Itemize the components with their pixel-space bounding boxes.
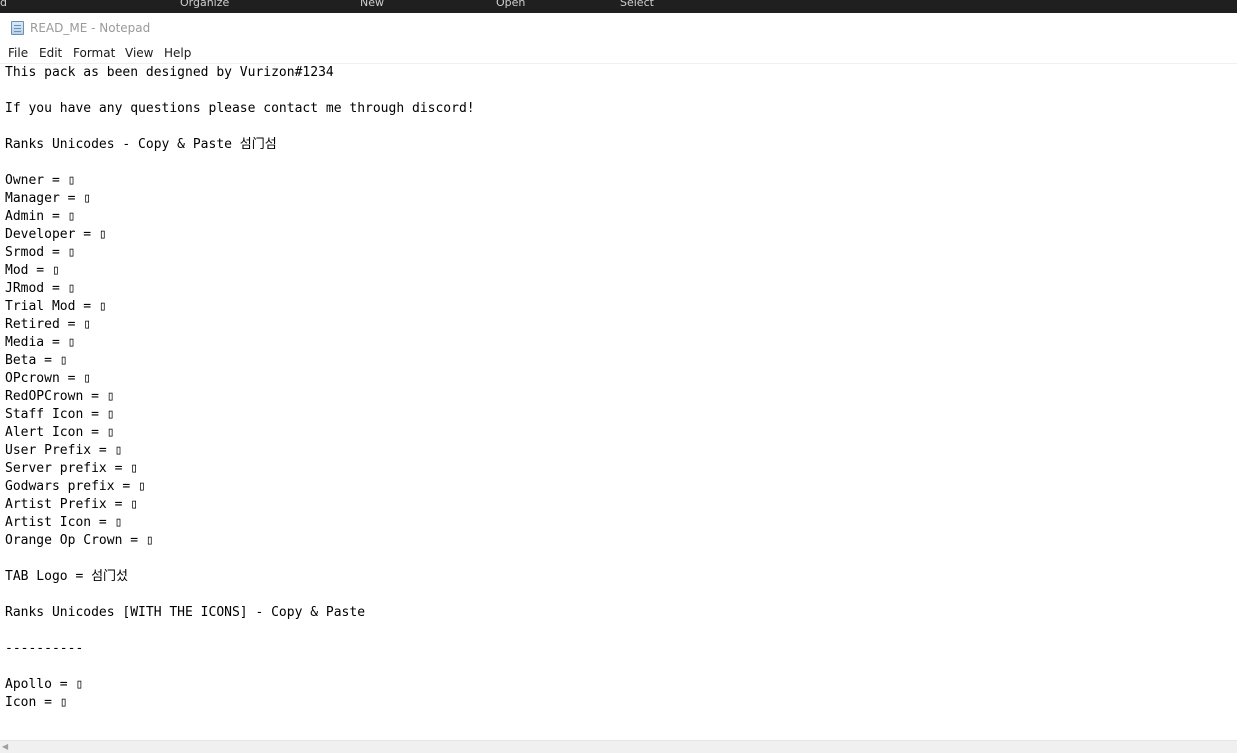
text-line: Artist Icon = ▯: [5, 515, 123, 530]
text-line: Apollo = ▯: [5, 677, 84, 692]
title-bar[interactable]: READ_ME - Notepad: [0, 13, 1237, 44]
text-line: ----------: [5, 641, 84, 656]
text-line: Alert Icon = ▯: [5, 425, 115, 440]
text-line: Media = ▯: [5, 335, 76, 350]
text-line: [5, 622, 475, 640]
document-text[interactable]: This pack as been designed by Vurizon#12…: [5, 64, 475, 712]
text-line: Ranks Unicodes [WITH THE ICONS] - Copy &…: [5, 605, 366, 620]
text-line: Artist Prefix = ▯: [5, 497, 139, 512]
strip-item-select[interactable]: Select: [620, 0, 654, 9]
menu-edit[interactable]: Edit: [39, 46, 62, 60]
text-line: Admin = ▯: [5, 209, 76, 224]
window-title: READ_ME - Notepad: [30, 21, 151, 35]
text-line: User Prefix = ▯: [5, 443, 123, 458]
text-line: Retired = ▯: [5, 317, 92, 332]
text-line: TAB Logo = 섬门섰: [5, 569, 129, 584]
text-line: [5, 82, 475, 100]
text-line: Icon = ▯: [5, 695, 68, 710]
text-line: Owner = ▯: [5, 173, 76, 188]
scroll-left-icon[interactable]: ◀: [2, 743, 8, 751]
menu-bar: File Edit Format View Help: [0, 44, 1237, 63]
menu-help[interactable]: Help: [164, 46, 191, 60]
text-line: [5, 118, 475, 136]
text-line: Manager = ▯: [5, 191, 92, 206]
text-line: JRmod = ▯: [5, 281, 76, 296]
text-line: Server prefix = ▯: [5, 461, 139, 476]
strip-item-cut[interactable]: d: [0, 0, 7, 9]
text-line: Trial Mod = ▯: [5, 299, 107, 314]
text-line: Godwars prefix = ▯: [5, 479, 146, 494]
text-line: [5, 658, 475, 676]
text-line: Ranks Unicodes - Copy & Paste 섬门섬: [5, 137, 277, 152]
text-line: Srmod = ▯: [5, 245, 76, 260]
menu-view[interactable]: View: [125, 46, 153, 60]
text-editor-area[interactable]: This pack as been designed by Vurizon#12…: [0, 63, 1237, 741]
text-line: Mod = ▯: [5, 263, 60, 278]
notepad-icon[interactable]: [11, 21, 24, 35]
strip-item-organize[interactable]: Organize: [180, 0, 229, 9]
text-line: [5, 154, 475, 172]
horizontal-scrollbar[interactable]: ◀: [0, 740, 1237, 753]
strip-item-new[interactable]: New: [360, 0, 384, 9]
text-line: RedOPCrown = ▯: [5, 389, 115, 404]
text-line: Beta = ▯: [5, 353, 68, 368]
text-line: Orange Op Crown = ▯: [5, 533, 154, 548]
text-line: OPcrown = ▯: [5, 371, 92, 386]
text-line: This pack as been designed by Vurizon#12…: [5, 65, 334, 80]
text-line: If you have any questions please contact…: [5, 101, 475, 116]
strip-item-open[interactable]: Open: [496, 0, 525, 9]
text-line: [5, 586, 475, 604]
text-line: Developer = ▯: [5, 227, 107, 242]
text-line: [5, 550, 475, 568]
taskbar-strip: d Organize New Open Select: [0, 0, 1237, 13]
menu-format[interactable]: Format: [73, 46, 115, 60]
text-line: Staff Icon = ▯: [5, 407, 115, 422]
menu-file[interactable]: File: [8, 46, 28, 60]
